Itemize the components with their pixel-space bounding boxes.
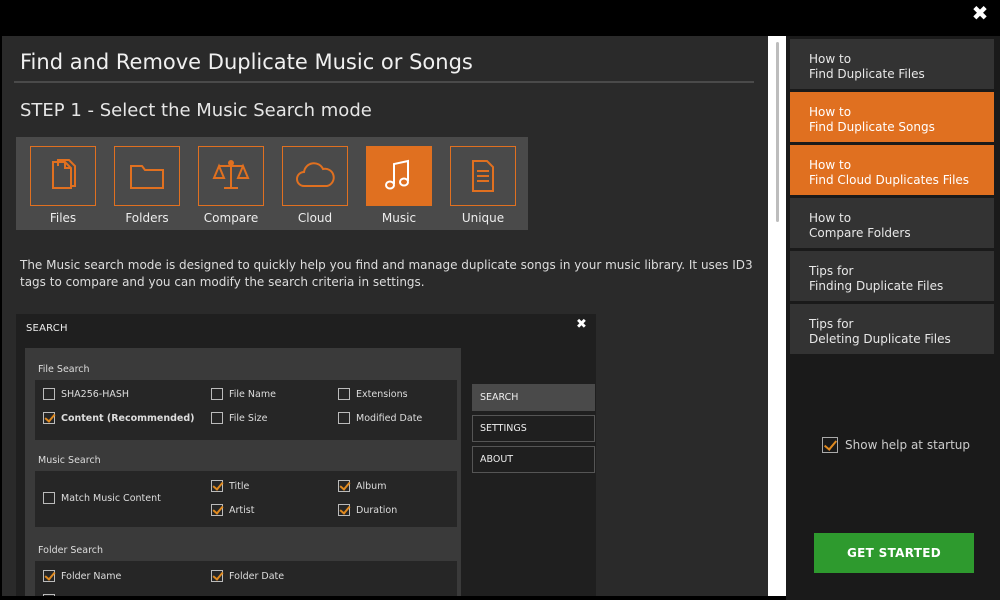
tab-about[interactable]: ABOUT [472, 446, 595, 473]
checkbox[interactable] [43, 594, 55, 596]
music-search-label: Music Search [38, 455, 101, 466]
document-icon [472, 160, 494, 192]
mode-label: Unique [461, 211, 505, 225]
show-help-at-startup-option[interactable]: Show help at startup [822, 437, 970, 453]
mode-label: Files [49, 211, 77, 225]
option-sha256-hash[interactable]: SHA256-HASH [43, 388, 129, 400]
help-tips-deleting-duplicates[interactable]: Tips for Deleting Duplicate Files [790, 304, 994, 354]
file-search-label: File Search [38, 364, 90, 375]
folder-search-box: Folder Name Folder Date [35, 561, 457, 596]
folder-search-label: Folder Search [38, 545, 104, 556]
search-options-panel: File Search SHA256-HASH File Name Extens… [25, 348, 461, 596]
option-title[interactable]: Title [211, 480, 249, 492]
show-help-label: Show help at startup [845, 438, 970, 452]
help-find-cloud-duplicates[interactable]: How to Find Cloud Duplicates Files [790, 145, 994, 195]
checkbox[interactable] [338, 480, 350, 492]
tab-search[interactable]: SEARCH [472, 384, 595, 411]
option-file-name[interactable]: File Name [211, 388, 276, 400]
show-help-checkbox[interactable] [822, 437, 838, 453]
search-window-title: SEARCH [26, 323, 68, 334]
cloud-icon [296, 162, 335, 187]
mode-files-button[interactable]: Files [30, 146, 96, 227]
mode-label: Music [381, 211, 417, 225]
option-file-size[interactable]: File Size [211, 412, 267, 424]
mode-music-button[interactable]: Music [366, 146, 432, 227]
checkbox[interactable] [211, 412, 223, 424]
scales-icon [212, 160, 250, 189]
file-search-box: SHA256-HASH File Name Extensions Content… [35, 380, 457, 440]
music-search-box: Match Music Content Title Album Artist D… [35, 471, 457, 527]
checkbox[interactable] [211, 388, 223, 400]
search-window-preview: SEARCH ✖ File Search SHA256-HASH File Na… [16, 314, 596, 596]
option-match-music-content[interactable]: Match Music Content [43, 492, 161, 504]
tab-settings[interactable]: SETTINGS [472, 415, 595, 442]
checkbox[interactable] [43, 388, 55, 400]
checkbox[interactable] [338, 412, 350, 424]
mode-cloud-button[interactable]: Cloud [282, 146, 348, 227]
search-window-close-button[interactable]: ✖ [576, 317, 587, 332]
help-find-duplicate-files[interactable]: How to Find Duplicate Files [790, 39, 994, 89]
checkbox[interactable] [338, 388, 350, 400]
checkbox[interactable] [211, 480, 223, 492]
mode-folders-button[interactable]: Folders [114, 146, 180, 227]
option-extensions[interactable]: Extensions [338, 388, 408, 400]
checkbox[interactable] [43, 570, 55, 582]
folder-icon [130, 165, 164, 189]
checkbox[interactable] [43, 492, 55, 504]
page-title: Find and Remove Duplicate Music or Songs [20, 50, 473, 74]
help-sidebar: How to Find Duplicate Files How to Find … [786, 36, 1000, 600]
help-compare-folders[interactable]: How to Compare Folders [790, 198, 994, 248]
option-folder-name[interactable]: Folder Name [43, 570, 121, 582]
mode-unique-button[interactable]: Unique [450, 146, 516, 227]
option-duration[interactable]: Duration [338, 504, 397, 516]
music-note-icon [385, 159, 409, 190]
help-tips-finding-duplicates[interactable]: Tips for Finding Duplicate Files [790, 251, 994, 301]
option-artist[interactable]: Artist [211, 504, 254, 516]
checkbox[interactable] [43, 412, 55, 424]
option-folder-date[interactable]: Folder Date [211, 570, 284, 582]
option-content-recommended[interactable]: Content (Recommended) [43, 412, 195, 424]
title-divider [14, 81, 754, 83]
files-icon [52, 159, 76, 189]
mode-compare-button[interactable]: Compare [198, 146, 264, 227]
mode-label: Cloud [297, 211, 333, 225]
checkbox[interactable] [338, 504, 350, 516]
mode-description: The Music search mode is designed to qui… [20, 258, 753, 289]
main-panel: Find and Remove Duplicate Music or Songs… [2, 36, 768, 596]
step-title: STEP 1 - Select the Music Search mode [20, 100, 372, 121]
scrollbar-thumb[interactable] [776, 42, 779, 222]
option-modified-date[interactable]: Modified Date [338, 412, 422, 424]
checkbox[interactable] [211, 504, 223, 516]
mode-label: Folders [125, 211, 169, 225]
checkbox[interactable] [211, 570, 223, 582]
search-mode-bar: Files Folders Compare Cloud Music Unique [16, 137, 528, 230]
get-started-button[interactable]: GET STARTED [814, 533, 974, 573]
window-close-button[interactable]: ✖ [960, 0, 1000, 26]
mode-label: Compare [203, 211, 259, 225]
help-find-duplicate-songs[interactable]: How to Find Duplicate Songs [790, 92, 994, 142]
option-album[interactable]: Album [338, 480, 386, 492]
